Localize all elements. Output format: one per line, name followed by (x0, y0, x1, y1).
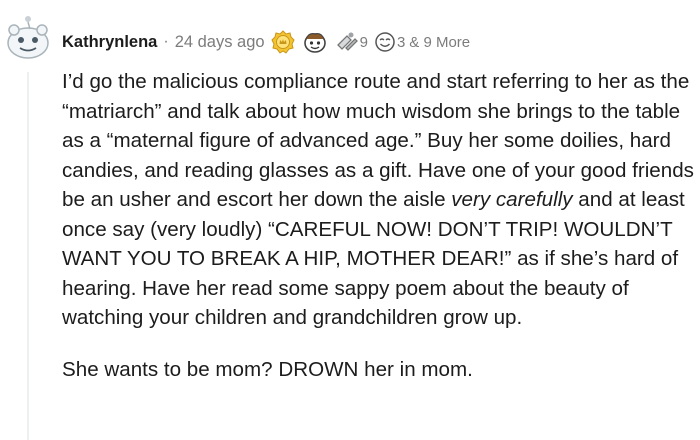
comment-header: Kathrynlena · 24 days ago 9 3 & 9 More (62, 29, 470, 55)
smile-award-icon (375, 32, 395, 52)
snoo-avatar-icon (7, 16, 49, 59)
thread-line[interactable] (27, 72, 29, 440)
wholesome-award-icon (303, 32, 326, 53)
award-count: 3 (396, 33, 406, 51)
gold-crown-award-icon (270, 30, 295, 54)
award-smile[interactable]: 3 (374, 31, 405, 53)
more-awards-link[interactable]: & 9 More (409, 34, 470, 51)
award-count: 9 (359, 33, 368, 51)
comment-paragraph: I’d go the malicious compliance route an… (62, 67, 694, 333)
award-gold[interactable] (270, 30, 295, 54)
comment-body: I’d go the malicious compliance route an… (62, 67, 694, 384)
comment-paragraph: She wants to be mom? DROWN her in mom. (62, 357, 473, 381)
meta-separator: · (163, 33, 169, 50)
comment-timestamp[interactable]: 24 days ago (175, 33, 265, 52)
comment-author[interactable]: Kathrynlena (62, 33, 157, 52)
award-wholesome[interactable] (302, 30, 328, 54)
silver-award-icon (336, 32, 358, 51)
comment-avatar[interactable] (2, 12, 54, 64)
award-silver[interactable]: 9 (335, 30, 368, 54)
emphasis-text: very carefully (451, 188, 573, 211)
